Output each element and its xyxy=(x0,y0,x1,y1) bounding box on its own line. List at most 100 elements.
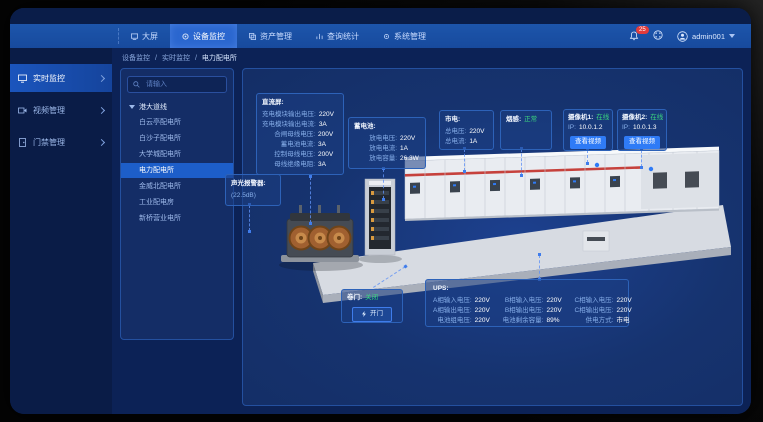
tab-dashboard[interactable]: 大屏 xyxy=(119,24,170,48)
tree-item-station[interactable]: 金威北配电所 xyxy=(121,179,233,194)
door-panel: 卷门:关闭 开门 xyxy=(341,289,403,323)
door-lock-icon xyxy=(18,138,27,147)
asset-icon xyxy=(249,33,256,40)
camera-label: 摄像机1: xyxy=(568,113,593,123)
metric-value: 3A xyxy=(319,120,339,130)
metric-value: 220V xyxy=(475,306,495,316)
sidebar-item-label: 视频管理 xyxy=(33,105,65,116)
metric-label: 总电流: xyxy=(445,137,466,147)
connector-line xyxy=(464,149,465,171)
tab-device-monitoring[interactable]: 设备监控 xyxy=(170,24,237,48)
monitor-icon xyxy=(182,33,189,40)
user-menu[interactable]: admin001 xyxy=(677,31,735,42)
nav-divider xyxy=(10,28,119,44)
connector-line xyxy=(587,150,588,163)
metric-value: 89% xyxy=(546,316,566,326)
metric-label: 供电方式: xyxy=(574,316,613,326)
chevron-right-icon xyxy=(98,106,105,113)
breadcrumb-item[interactable]: 设备监控 xyxy=(122,53,150,63)
connector-line xyxy=(249,205,250,231)
fullscreen-button[interactable] xyxy=(653,30,663,42)
sidebar-item-access-control[interactable]: 门禁管理 xyxy=(10,128,112,156)
metric-label: 放电电流: xyxy=(354,144,397,154)
open-door-button[interactable]: 开门 xyxy=(352,307,392,322)
gear-icon xyxy=(383,33,390,40)
metric-value: 220V xyxy=(616,306,636,316)
metric-value: 220V xyxy=(546,306,566,316)
tree-item-station[interactable]: 新桥营业电所 xyxy=(121,211,233,226)
tab-system-management[interactable]: 系统管理 xyxy=(371,24,438,48)
camera-status: 在线 xyxy=(596,113,609,123)
sound-alarm-panel: 声光报警器: (22.5dB) xyxy=(225,174,281,206)
tab-label: 系统管理 xyxy=(394,31,426,42)
tree-search-box xyxy=(127,76,227,93)
metric-value: 220V xyxy=(475,296,495,306)
metric-label: 充电模块输出电流: xyxy=(262,120,316,130)
tree-item-station[interactable]: 白云亭配电所 xyxy=(121,115,233,130)
caret-down-icon xyxy=(129,105,135,109)
metric-label: 放电电压: xyxy=(354,134,397,144)
metric-label: B相输入电压: xyxy=(503,296,544,306)
tree-item-station[interactable]: 大学城配电所 xyxy=(121,147,233,162)
metric-label: 蓄电池电流: xyxy=(262,140,315,150)
sound-level-value: (22.5dB) xyxy=(231,191,275,201)
metric-value: 26.3W xyxy=(400,154,420,164)
panel-title: 市电: xyxy=(445,115,488,125)
metric-value: 220V xyxy=(469,127,489,137)
tab-label: 查询统计 xyxy=(327,31,359,42)
tree-search-input[interactable] xyxy=(144,80,221,89)
tab-label: 资产管理 xyxy=(260,31,292,42)
metric-label: A相输出电压: xyxy=(433,306,472,316)
tab-label: 设备监控 xyxy=(193,31,225,42)
username-label: admin001 xyxy=(692,32,725,41)
metric-value: 3A xyxy=(318,140,338,150)
metric-label: 控制母线电压: xyxy=(262,150,315,160)
door-open-icon xyxy=(361,311,367,317)
metric-label: 放电容量: xyxy=(354,154,397,164)
connector-line xyxy=(539,255,540,279)
notification-badge: 25 xyxy=(636,26,649,34)
tree-item-station[interactable]: 白沙子配电所 xyxy=(121,131,233,146)
metric-label: 电池组电压: xyxy=(433,316,472,326)
view-video-button[interactable]: 查看视频 xyxy=(570,136,607,149)
dc-screen-panel: 直流屏: 充电模块输出电压:220V 充电模块输出电流:3A 合闸母线电压:20… xyxy=(256,93,344,175)
connector-line xyxy=(383,169,384,199)
breadcrumb-separator: / xyxy=(155,55,157,62)
chevron-right-icon xyxy=(98,138,105,145)
tab-query-statistics[interactable]: 查询统计 xyxy=(304,24,371,48)
view-video-button[interactable]: 查看视频 xyxy=(624,136,661,149)
sidebar-item-realtime-monitoring[interactable]: 实时监控 xyxy=(10,64,112,92)
breadcrumb: 设备监控 / 实时监控 / 电力配电所 xyxy=(112,48,751,68)
metric-label: 充电模块输出电压: xyxy=(262,110,316,120)
metric-value: 200V xyxy=(318,150,338,160)
tree-root-node[interactable]: 港大道线 xyxy=(129,102,227,112)
metric-value: 220V xyxy=(319,110,339,120)
metric-label: 母线绝缘电阻: xyxy=(262,160,315,170)
breadcrumb-item[interactable]: 实时监控 xyxy=(162,53,190,63)
nav-right-tools: 25 admin001 xyxy=(629,24,751,48)
sensor-label: 烟感: xyxy=(506,115,521,125)
sidebar-item-video-management[interactable]: 视频管理 xyxy=(10,96,112,124)
connector-line xyxy=(641,150,642,167)
fullscreen-icon xyxy=(653,30,663,40)
open-door-label: 开门 xyxy=(370,311,383,318)
metric-value: 1A xyxy=(400,144,420,154)
panel-title: 蓄电池: xyxy=(354,122,420,132)
tree-item-station-selected[interactable]: 电力配电所 xyxy=(121,163,233,178)
metric-value: 3A xyxy=(318,160,338,170)
metric-label: C相输出电压: xyxy=(574,306,613,316)
chevron-down-icon xyxy=(729,34,735,38)
notification-bell-button[interactable]: 25 xyxy=(629,31,639,41)
metric-value: 220V xyxy=(400,134,420,144)
ip-label: IP: xyxy=(568,123,576,133)
tab-asset-management[interactable]: 资产管理 xyxy=(237,24,304,48)
metric-label: B相输出电压: xyxy=(503,306,544,316)
metric-value: 220V xyxy=(546,296,566,306)
battery-panel: 蓄电池: 放电电压:220V 放电电流:1A 放电容量:26.3W xyxy=(348,117,426,169)
panel-title: 声光报警器: xyxy=(231,179,275,189)
window-top-strip xyxy=(10,8,751,24)
metric-label: C相输入电压: xyxy=(574,296,613,306)
sidebar-item-label: 实时监控 xyxy=(33,73,65,84)
tree-item-station[interactable]: 工业配电房 xyxy=(121,195,233,210)
ip-label: IP: xyxy=(622,123,630,133)
